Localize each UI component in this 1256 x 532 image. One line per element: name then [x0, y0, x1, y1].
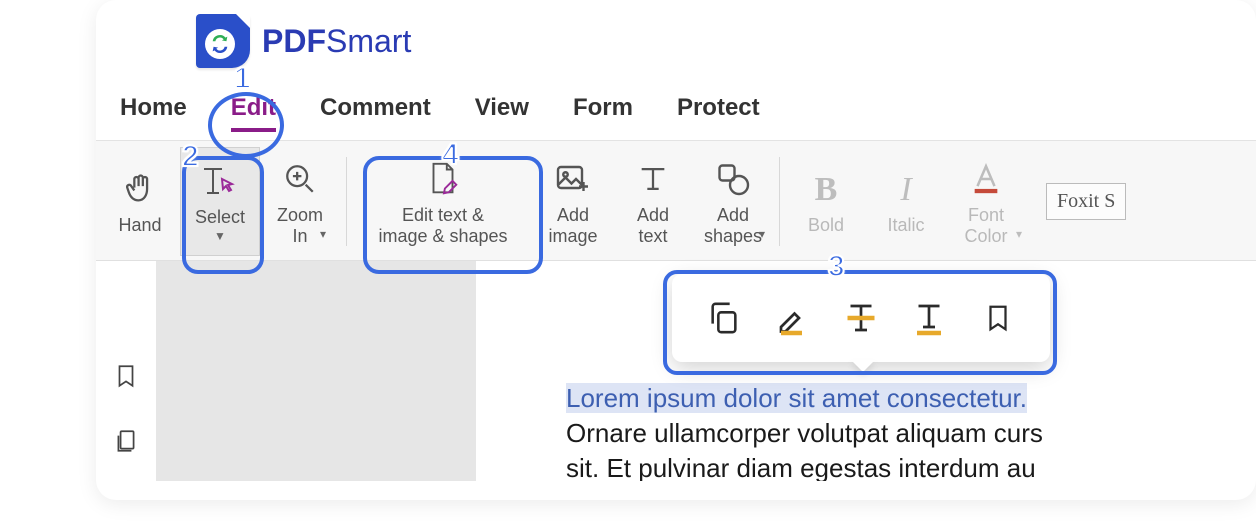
main-tabs: Home Edit Comment View Form Protect — [96, 74, 1256, 141]
tool-add-text-label: Add text — [637, 205, 669, 246]
underline-icon — [911, 300, 947, 336]
mini-underline[interactable] — [906, 295, 952, 341]
tool-edit-tis-label: Edit text & image & shapes — [378, 205, 507, 246]
tool-bold[interactable]: B Bold — [786, 147, 866, 256]
add-text-icon — [636, 162, 670, 196]
pages-icon — [113, 426, 139, 456]
edit-doc-icon — [424, 160, 462, 198]
app-title: PDFSmart — [262, 23, 411, 60]
arrows-icon — [209, 33, 231, 55]
tool-edit-text-image-shapes[interactable]: Edit text & image & shapes — [353, 147, 533, 256]
sidebar-bookmarks[interactable] — [113, 361, 139, 396]
tool-zoom-in[interactable]: Zoom In ▾ — [260, 147, 340, 256]
body-text-line: sit. Et pulvinar diam egestas interdum a… — [566, 453, 1036, 481]
app-logo — [196, 14, 250, 68]
tool-hand-label: Hand — [118, 215, 161, 236]
mini-bookmark[interactable] — [975, 295, 1021, 341]
zoom-in-icon — [283, 162, 317, 196]
tool-italic-label: Italic — [887, 215, 924, 236]
bookmark-icon — [113, 361, 139, 391]
selection-mini-toolbar — [672, 274, 1050, 362]
tool-hand[interactable]: Hand — [100, 147, 180, 256]
separator — [779, 157, 780, 246]
tool-zoom-label: Zoom In — [277, 205, 323, 246]
strikethrough-icon — [843, 300, 879, 336]
tool-add-text[interactable]: Add text — [613, 147, 693, 256]
sidebar-pages[interactable] — [113, 426, 139, 461]
tool-select-label: Select — [195, 207, 245, 228]
selected-text[interactable]: Lorem ipsum dolor sit amet consectetur. — [566, 383, 1027, 413]
chevron-down-icon: ▾ — [320, 228, 326, 242]
tool-font-color[interactable]: Font Color ▾ — [946, 147, 1026, 256]
copy-icon — [707, 301, 741, 335]
add-shapes-icon — [715, 161, 751, 197]
hand-icon — [123, 172, 157, 206]
tab-comment[interactable]: Comment — [320, 94, 431, 132]
tool-font-color-label: Font Color — [964, 205, 1007, 246]
tool-add-shapes-label: Add shapes — [704, 205, 762, 246]
mini-strikethrough[interactable] — [838, 295, 884, 341]
italic-icon: I — [900, 167, 911, 211]
tool-add-shapes[interactable]: Add shapes ▾ — [693, 147, 773, 256]
font-color-icon — [969, 162, 1003, 196]
mini-highlight[interactable] — [770, 295, 816, 341]
highlight-icon — [775, 300, 811, 336]
mini-copy[interactable] — [701, 295, 747, 341]
tab-protect[interactable]: Protect — [677, 94, 760, 132]
tab-edit[interactable]: Edit — [231, 94, 276, 132]
chevron-down-icon: ▾ — [1016, 228, 1022, 242]
left-sidebar — [96, 261, 156, 481]
body-text-line: Ornare ullamcorper volutpat aliquam curs — [566, 418, 1043, 448]
thumbnail-panel[interactable] — [156, 261, 476, 481]
tool-italic[interactable]: I Italic — [866, 147, 946, 256]
tab-view[interactable]: View — [475, 94, 529, 132]
ribbon-toolbar: Hand Select ▼ Zoom In ▾ — [96, 141, 1256, 261]
tool-bold-label: Bold — [808, 215, 844, 236]
tab-home[interactable]: Home — [120, 94, 187, 132]
add-image-icon — [555, 161, 591, 197]
select-text-icon — [200, 161, 240, 201]
bold-icon: B — [815, 167, 838, 211]
tool-add-image-label: Add image — [548, 205, 597, 246]
app-window: PDFSmart Home Edit Comment View Form Pro… — [96, 0, 1256, 500]
font-family-select[interactable]: Foxit S — [1046, 183, 1126, 220]
tool-select[interactable]: Select ▼ — [180, 147, 260, 256]
chevron-down-icon: ▾ — [759, 228, 765, 242]
tool-add-image[interactable]: Add image — [533, 147, 613, 256]
separator — [346, 157, 347, 246]
tab-form[interactable]: Form — [573, 94, 633, 132]
brand-bar: PDFSmart — [96, 0, 1256, 74]
bookmark-outline-icon — [983, 301, 1013, 335]
chevron-down-icon: ▼ — [214, 230, 226, 244]
